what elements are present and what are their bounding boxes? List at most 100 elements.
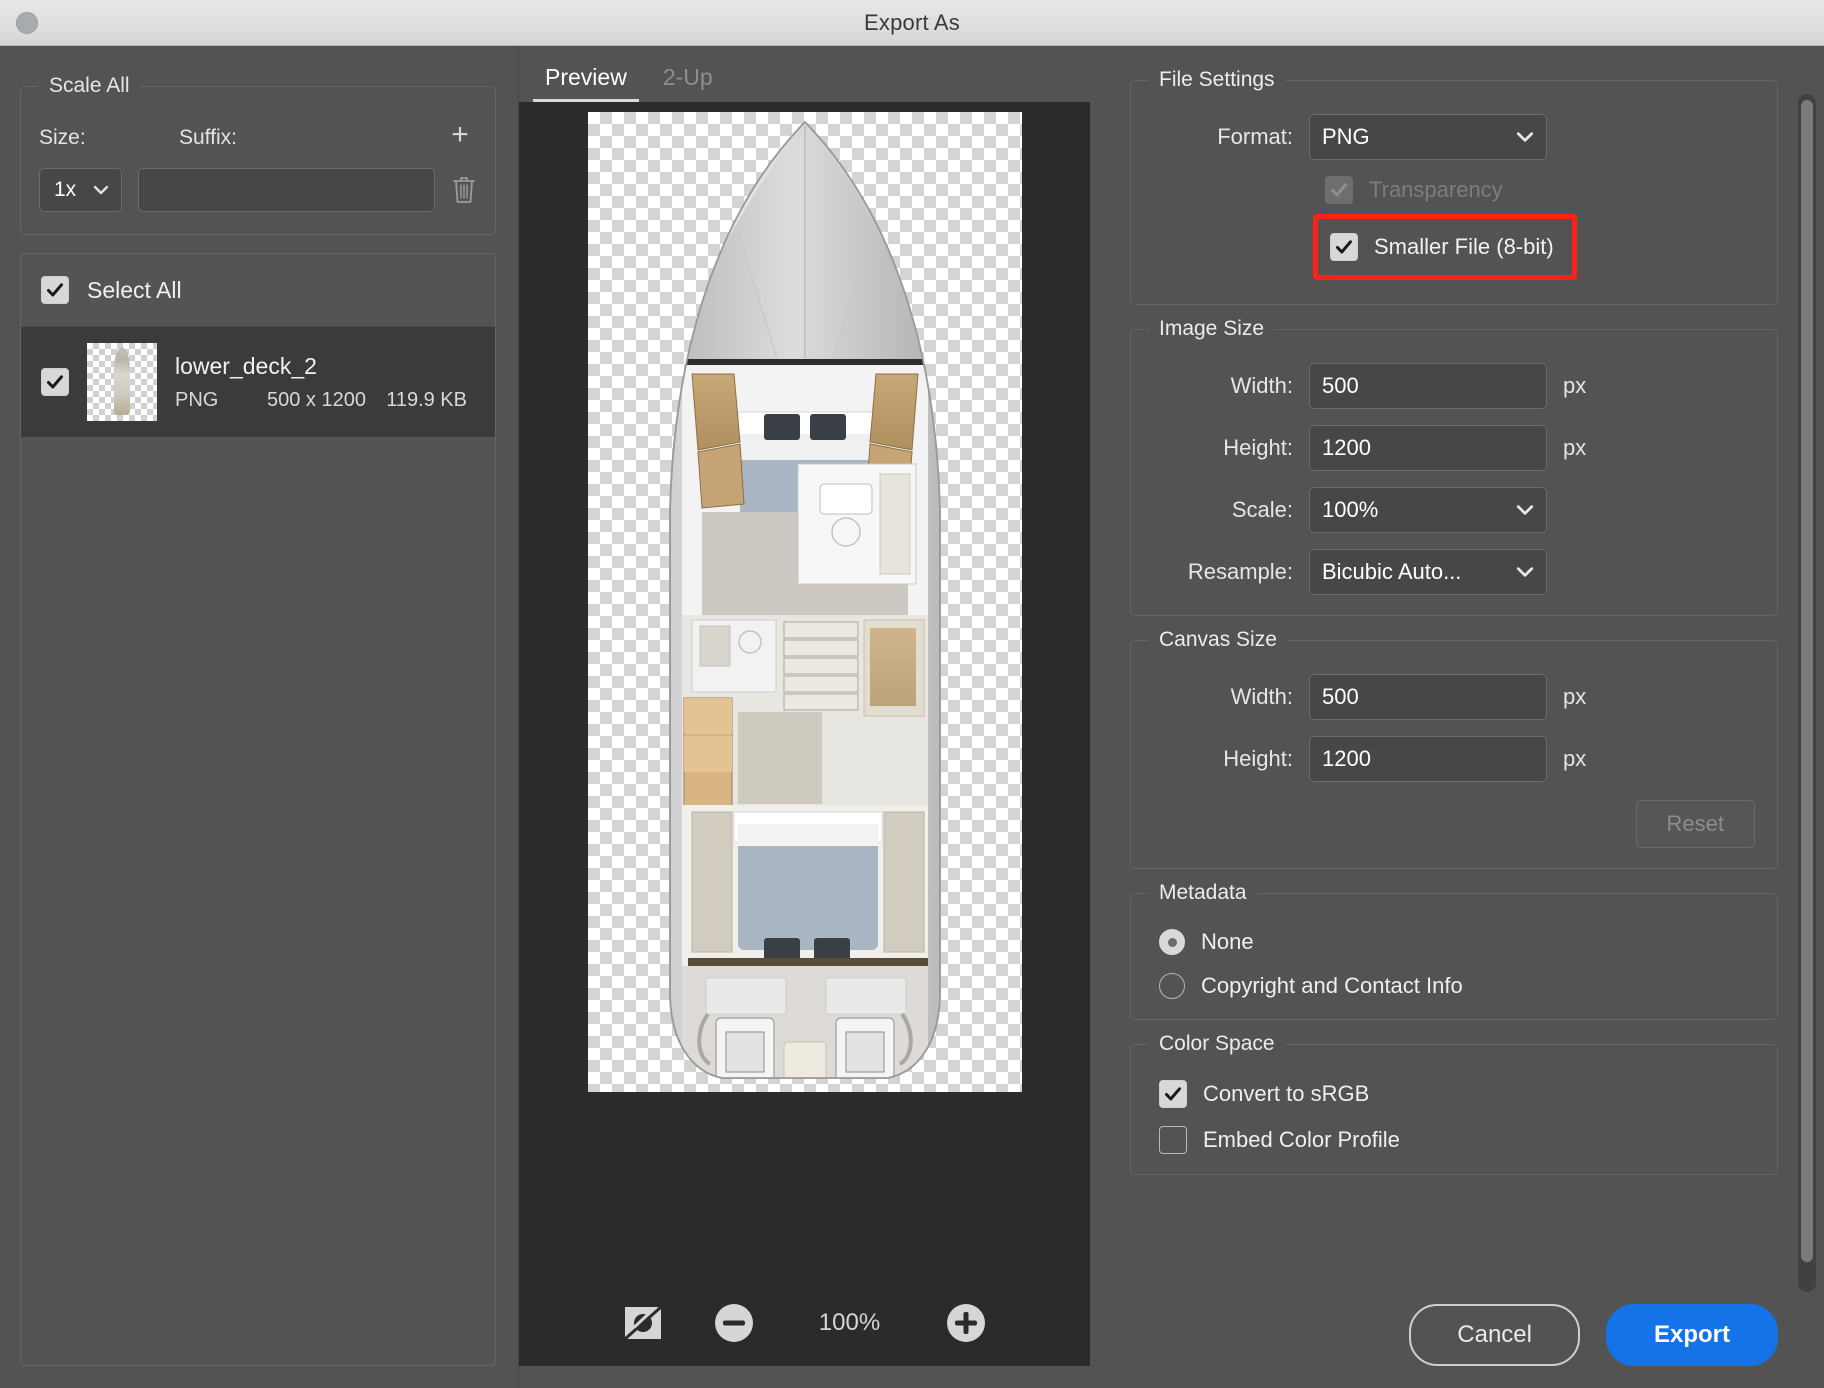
- resample-label: Resample:: [1187, 559, 1293, 584]
- radio-copyright[interactable]: [1159, 973, 1185, 999]
- canvas-height-row: Height: 1200 px: [1149, 736, 1755, 782]
- preview-panel: Preview 2-Up 100%: [519, 46, 1108, 1388]
- smaller-file-highlight: Smaller File (8-bit): [1313, 214, 1577, 280]
- chevron-down-icon: [93, 185, 109, 195]
- canvas-size-legend: Canvas Size: [1159, 628, 1277, 651]
- image-scale-value: 100%: [1322, 497, 1379, 522]
- zoom-out-glyph: [714, 1304, 753, 1342]
- canvas-width-label: Width:: [1230, 684, 1293, 709]
- cancel-button[interactable]: Cancel: [1409, 1304, 1580, 1366]
- yacht-deck-plan-image: [668, 120, 941, 1079]
- file-item-checkbox[interactable]: [41, 368, 69, 396]
- scale-all-controls: 1x: [39, 168, 477, 212]
- canvas-width-unit: px: [1563, 684, 1587, 709]
- canvas-width-row: Width: 500 px: [1149, 674, 1755, 720]
- window-title: Export As: [864, 9, 960, 35]
- scrollbar-thumb[interactable]: [1801, 100, 1813, 1263]
- image-size-legend: Image Size: [1159, 317, 1265, 340]
- reset-button[interactable]: Reset: [1635, 800, 1755, 848]
- file-settings-legend: File Settings: [1159, 68, 1275, 91]
- select-all-row[interactable]: Select All: [21, 254, 495, 327]
- scale-size-select[interactable]: 1x: [39, 168, 122, 212]
- check-icon: [1331, 183, 1347, 197]
- embed-profile-label: Embed Color Profile: [1203, 1127, 1400, 1152]
- image-height-unit: px: [1563, 435, 1587, 460]
- embed-profile-row[interactable]: Embed Color Profile: [1149, 1126, 1755, 1154]
- metadata-legend: Metadata: [1159, 881, 1247, 904]
- preview-canvas-wrap: [519, 102, 1090, 1280]
- format-select[interactable]: PNG: [1309, 114, 1547, 160]
- check-icon: [1165, 1087, 1181, 1101]
- zoom-level-label: 100%: [818, 1309, 881, 1336]
- image-height-input[interactable]: 1200: [1309, 425, 1547, 471]
- zoom-in-glyph: [946, 1304, 985, 1342]
- canvas-width-input[interactable]: 500: [1309, 674, 1547, 720]
- image-width-input[interactable]: 500: [1309, 363, 1547, 409]
- check-icon: [47, 375, 63, 389]
- thumbnail-boat-shape: [114, 347, 130, 415]
- canvas-height-unit: px: [1563, 746, 1587, 771]
- smaller-file-checkbox[interactable]: [1330, 233, 1358, 261]
- image-width-row: Width: 500 px: [1149, 363, 1755, 409]
- canvas-size-group: Canvas Size Width: 500 px Height: 1200 p…: [1130, 628, 1778, 869]
- settings-scrollbar[interactable]: [1798, 94, 1816, 1292]
- radio-none[interactable]: [1159, 929, 1185, 955]
- embed-profile-checkbox[interactable]: [1159, 1126, 1187, 1154]
- transparency-toggle-icon[interactable]: [623, 1303, 663, 1343]
- suffix-label: Suffix:: [179, 126, 237, 149]
- scale-all-labels: Size: Suffix: +: [39, 120, 477, 154]
- reset-row: Reset: [1149, 800, 1755, 848]
- preview-canvas[interactable]: [587, 112, 1022, 1092]
- select-all-label: Select All: [87, 276, 182, 303]
- export-as-dialog: Export As Scale All Size: Suffix: + 1x S…: [0, 0, 1824, 1388]
- check-icon: [47, 283, 63, 297]
- file-name: lower_deck_2: [175, 352, 317, 379]
- image-scale-select[interactable]: 100%: [1309, 487, 1547, 533]
- tab-preview[interactable]: Preview: [533, 64, 639, 102]
- chevron-down-icon: [1516, 505, 1534, 515]
- resample-select[interactable]: Bicubic Auto...: [1309, 549, 1547, 595]
- chevron-down-icon: [1516, 132, 1534, 142]
- left-panel: Scale All Size: Suffix: + 1x Select All …: [0, 46, 518, 1388]
- metadata-option-copyright[interactable]: Copyright and Contact Info: [1149, 973, 1755, 999]
- file-meta: lower_deck_2 PNG 500 x 1200 119.9 KB: [175, 353, 475, 412]
- file-size: 119.9 KB: [386, 388, 467, 411]
- export-button[interactable]: Export: [1605, 1304, 1778, 1366]
- format-label: Format:: [1217, 124, 1293, 149]
- image-height-label: Height:: [1223, 435, 1293, 460]
- trash-icon[interactable]: [451, 172, 477, 208]
- minus-circle-icon[interactable]: [713, 1302, 755, 1344]
- size-label: Size:: [39, 126, 86, 149]
- check-icon: [1336, 240, 1352, 254]
- select-all-checkbox[interactable]: [41, 276, 69, 304]
- color-space-legend: Color Space: [1159, 1032, 1275, 1055]
- preview-area: 100%: [519, 102, 1090, 1366]
- file-format: PNG: [175, 388, 219, 411]
- preview-tabs: Preview 2-Up: [519, 46, 1090, 102]
- convert-srgb-checkbox[interactable]: [1159, 1080, 1187, 1108]
- plus-icon[interactable]: +: [443, 120, 477, 154]
- canvas-height-input[interactable]: 1200: [1309, 736, 1547, 782]
- convert-srgb-row[interactable]: Convert to sRGB: [1149, 1080, 1755, 1108]
- chevron-down-icon: [1516, 567, 1534, 577]
- resample-row: Resample: Bicubic Auto...: [1149, 549, 1755, 595]
- plus-circle-icon[interactable]: [945, 1302, 987, 1344]
- file-dimensions: 500 x 1200: [267, 388, 366, 411]
- file-list: Select All lower_deck_2 PNG 500 x 1200 1…: [20, 253, 496, 1366]
- image-height-row: Height: 1200 px: [1149, 425, 1755, 471]
- transparency-row: Transparency: [1149, 176, 1755, 204]
- transparency-label: Transparency: [1369, 177, 1503, 202]
- close-icon[interactable]: [16, 11, 38, 34]
- image-size-group: Image Size Width: 500 px Height: 1200 px…: [1130, 317, 1778, 616]
- metadata-option-none[interactable]: None: [1149, 929, 1755, 955]
- image-width-unit: px: [1563, 373, 1587, 398]
- trash-glyph: [453, 177, 475, 203]
- metadata-group: Metadata None Copyright and Contact Info: [1130, 881, 1778, 1020]
- file-thumbnail: [87, 343, 157, 421]
- tab-2up[interactable]: 2-Up: [651, 64, 725, 102]
- metadata-copyright-label: Copyright and Contact Info: [1201, 973, 1463, 998]
- suffix-input[interactable]: [138, 168, 435, 212]
- convert-srgb-label: Convert to sRGB: [1203, 1081, 1370, 1106]
- list-item[interactable]: lower_deck_2 PNG 500 x 1200 119.9 KB: [21, 327, 495, 437]
- settings-panel: File Settings Format: PNG Transparency S…: [1108, 46, 1824, 1388]
